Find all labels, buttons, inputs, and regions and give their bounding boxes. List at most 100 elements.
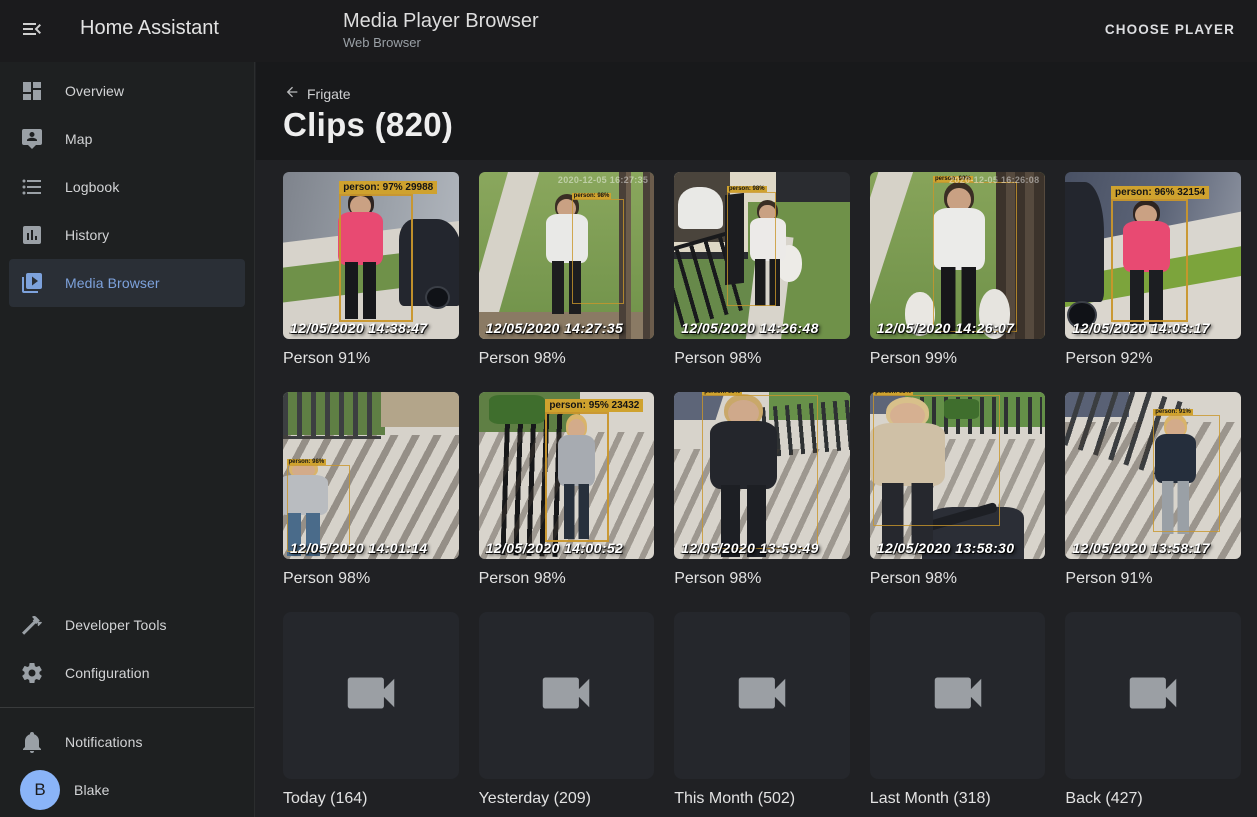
bounding-box <box>873 395 999 525</box>
user-name: Blake <box>74 782 110 798</box>
clip-caption: Person 99% <box>870 348 1046 369</box>
media-player-titles: Media Player Browser Web Browser <box>343 9 539 51</box>
sidebar-item-label: Notifications <box>65 734 143 750</box>
sidebar-item-label: Media Browser <box>65 275 160 291</box>
clip-card[interactable]: person: 99%2020-12-05 16:26:0812/05/2020… <box>870 172 1046 369</box>
scene-prop2 <box>425 286 450 309</box>
clip-card[interactable]: person: 95% 2343212/05/2020 14:00:52 Pers… <box>479 392 655 589</box>
timestamp-overlay: 12/05/2020 14:26:48 <box>681 320 819 336</box>
app-title: Home Assistant <box>80 17 219 40</box>
sidebar-item-developer-tools[interactable]: Developer Tools <box>9 601 245 649</box>
scene-fence <box>619 172 654 339</box>
timestamp-overlay: 12/05/2020 14:01:14 <box>290 540 428 556</box>
clip-thumbnail: person: 99%2020-12-05 16:26:0812/05/2020… <box>870 172 1046 339</box>
clip-card[interactable]: person: 98%2020-12-05 16:27:3512/05/2020… <box>479 172 655 369</box>
folder-label: Back (427) <box>1065 788 1241 809</box>
detection-label: person: 98% <box>572 193 612 199</box>
clip-caption: Person 98% <box>283 568 459 589</box>
clip-thumbnail: person: 95% 2343212/05/2020 14:00:52 <box>479 392 655 559</box>
folder-thumbnail <box>870 612 1046 779</box>
clip-caption: Person 91% <box>283 348 459 369</box>
video-camera-icon <box>340 662 402 729</box>
sidebar-item-media-browser[interactable]: Media Browser <box>9 259 245 307</box>
detection-label: person: 97% 29988 <box>339 181 437 194</box>
scene-prop <box>678 187 724 229</box>
scene-l3 <box>381 392 458 427</box>
folder-thumbnail <box>674 612 850 779</box>
clip-caption: Person 98% <box>479 348 655 369</box>
sidebar-item-overview[interactable]: Overview <box>9 67 245 115</box>
sidebar-item-label: Developer Tools <box>65 617 167 633</box>
detection-label: person: 98% <box>727 186 767 192</box>
sidebar-bottom: Developer Tools Configuration Notificatio… <box>0 601 254 817</box>
sidebar-toggle-button[interactable] <box>18 17 46 45</box>
clip-thumbnail: person: 91%12/05/2020 13:58:17 <box>1065 392 1241 559</box>
clip-card[interactable]: person: 98%12/05/2020 13:58:30Person 98% <box>870 392 1046 589</box>
clip-card[interactable]: person: 98%12/05/2020 13:59:49Person 98% <box>674 392 850 589</box>
sidebar-item-history[interactable]: History <box>9 211 245 259</box>
sidebar-item-profile[interactable]: B Blake <box>9 766 245 814</box>
media-grid-scroll-area[interactable]: person: 97% 2998812/05/2020 14:38:47Pers… <box>256 160 1257 817</box>
folder-label: Today (164) <box>283 788 459 809</box>
choose-player-button[interactable]: CHOOSE PLAYER <box>1097 16 1243 43</box>
folder-label: Yesterday (209) <box>479 788 655 809</box>
play-box-multiple-icon <box>20 271 44 295</box>
folder-card[interactable]: This Month (502) <box>674 612 850 809</box>
sidebar: Overview Map Logbook History Media Browser D… <box>0 62 255 817</box>
sidebar-item-label: Logbook <box>65 179 119 195</box>
clip-thumbnail: person: 96% 32154 12/05/2020 14:03:17 <box>1065 172 1241 339</box>
breadcrumb-back[interactable]: Frigate <box>284 84 351 103</box>
list-icon <box>20 175 44 199</box>
clip-card[interactable]: person: 98% 12/05/2020 14:01:14 Person 98% <box>283 392 459 589</box>
clip-caption: Person 98% <box>674 348 850 369</box>
detection-label: person: 98% <box>873 392 913 395</box>
dashboard-icon <box>20 79 44 103</box>
sidebar-item-label: Map <box>65 131 93 147</box>
detection-label: person: 98% <box>287 459 327 465</box>
sidebar-divider <box>0 707 254 708</box>
clip-caption: Person 91% <box>1065 568 1241 589</box>
camera-timestamp-overlay: 2020-12-05 16:26:08 <box>949 175 1039 185</box>
clip-caption: Person 92% <box>1065 348 1241 369</box>
bounding-box <box>545 412 608 542</box>
bounding-box <box>1111 199 1188 323</box>
folder-card[interactable]: Last Month (318) <box>870 612 1046 809</box>
folder-card[interactable]: Yesterday (209) <box>479 612 655 809</box>
clip-thumbnail: person: 98%12/05/2020 13:59:49 <box>674 392 850 559</box>
bounding-box <box>572 199 625 304</box>
timestamp-overlay: 12/05/2020 14:26:07 <box>877 320 1015 336</box>
sidebar-item-configuration[interactable]: Configuration <box>9 649 245 697</box>
sidebar-nav: Overview Map Logbook History Media Browser <box>0 62 254 307</box>
tooltip-account-icon <box>20 127 44 151</box>
clip-card[interactable]: person: 91%12/05/2020 13:58:17 Person 91% <box>1065 392 1241 589</box>
dialog-subtitle: Web Browser <box>343 34 539 51</box>
video-camera-icon <box>1122 662 1184 729</box>
clip-card[interactable]: person: 96% 32154 12/05/2020 14:03:17 Pers… <box>1065 172 1241 369</box>
sidebar-item-label: Configuration <box>65 665 150 681</box>
breadcrumb-label: Frigate <box>307 86 351 102</box>
timestamp-overlay: 12/05/2020 13:58:30 <box>877 540 1015 556</box>
clip-card[interactable]: person: 97% 2998812/05/2020 14:38:47Pers… <box>283 172 459 369</box>
sidebar-item-map[interactable]: Map <box>9 115 245 163</box>
clip-thumbnail: person: 98% 12/05/2020 14:01:14 <box>283 392 459 559</box>
clip-card[interactable]: person: 98% 12/05/2020 14:26:48 Person 98% <box>674 172 850 369</box>
sidebar-item-label: History <box>65 227 109 243</box>
scene-fence <box>283 392 381 439</box>
clip-caption: Person 98% <box>479 568 655 589</box>
bounding-box <box>702 395 818 549</box>
timestamp-overlay: 12/05/2020 14:27:35 <box>486 320 624 336</box>
detection-label: person: 96% 32154 <box>1111 186 1209 199</box>
folder-card[interactable]: Today (164) <box>283 612 459 809</box>
detection-label: person: 91% <box>1153 409 1193 415</box>
sidebar-item-notifications[interactable]: Notifications <box>9 718 245 766</box>
folder-label: Last Month (318) <box>870 788 1046 809</box>
chart-box-icon <box>20 223 44 247</box>
video-camera-icon <box>927 662 989 729</box>
timestamp-overlay: 12/05/2020 14:03:17 <box>1072 320 1210 336</box>
bounding-box <box>933 182 1017 332</box>
gear-icon <box>20 661 44 685</box>
folder-label: This Month (502) <box>674 788 850 809</box>
folder-card[interactable]: Back (427) <box>1065 612 1241 809</box>
sidebar-item-logbook[interactable]: Logbook <box>9 163 245 211</box>
video-camera-icon <box>731 662 793 729</box>
